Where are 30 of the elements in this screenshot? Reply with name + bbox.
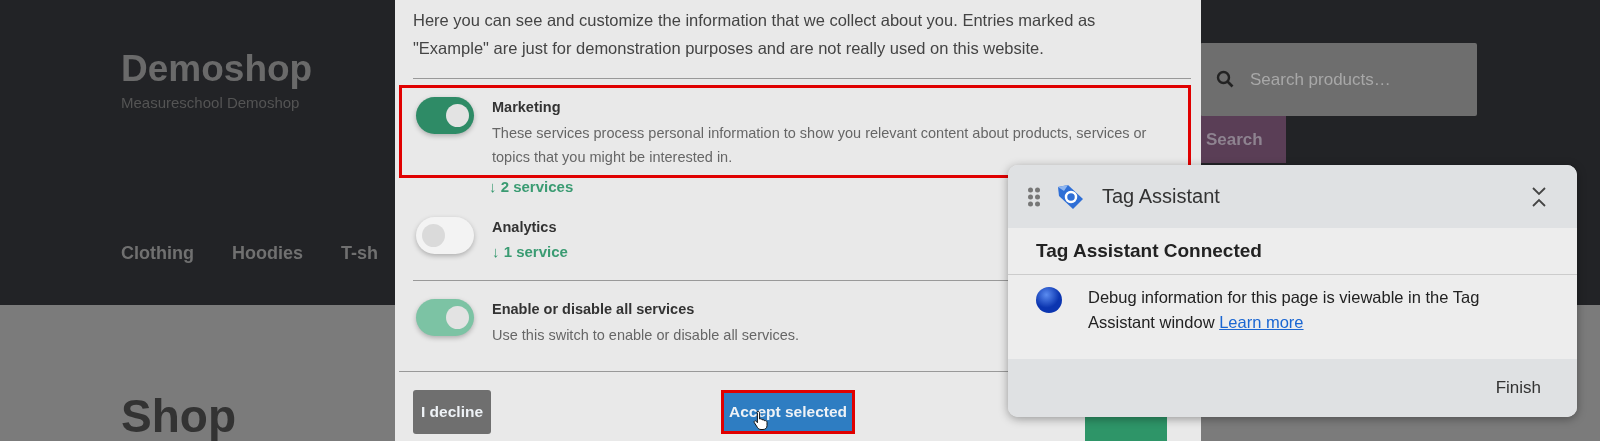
toggle-switch[interactable] — [416, 299, 474, 336]
site-title: Demoshop — [121, 48, 313, 90]
collapse-icon[interactable] — [1531, 185, 1547, 208]
purpose-title: Enable or disable all services — [492, 301, 696, 317]
nav-link[interactable]: Hoodies — [232, 243, 303, 264]
services-link[interactable]: ↓ 1 service — [492, 243, 568, 260]
purpose-description: Use this switch to enable or disable all services. — [492, 326, 800, 345]
purpose-title: Analytics — [492, 219, 558, 235]
toggle-switch[interactable] — [416, 97, 474, 134]
debug-message: Debug information for this page is viewable in the Tag Assistant window Learn more — [1088, 287, 1481, 333]
tag-logo-icon — [1056, 182, 1086, 211]
nav-link[interactable]: Clothing — [121, 243, 194, 264]
purpose-description: These services process personal information to show you relevant content about products, services or topics that you might be interested in. — [492, 124, 1148, 167]
finish-button[interactable]: Finish — [1489, 377, 1547, 399]
decline-button[interactable]: I decline — [413, 390, 492, 434]
status-text: Tag Assistant Connected — [1008, 228, 1577, 275]
search-field[interactable]: Search products… — [1200, 43, 1477, 116]
services-link[interactable]: ↓ 2 services — [489, 178, 574, 195]
drag-handle-icon[interactable] — [1028, 186, 1040, 207]
panel-title: Tag Assistant — [1102, 185, 1220, 208]
search-button[interactable]: Search — [1200, 116, 1286, 163]
intro-text: Here you can see and customize the information that we collect about you. Entries marked as "Example" are just for demonstration purposes and are not really used on this website. — [413, 6, 1191, 79]
nav-link[interactable]: T-sh — [341, 243, 378, 264]
purpose-title: Marketing — [492, 99, 562, 115]
search-icon — [1216, 70, 1234, 88]
accept-all-button[interactable] — [1085, 415, 1167, 441]
status-dot-icon — [1036, 287, 1062, 313]
toggle-switch[interactable] — [416, 217, 474, 254]
learn-more-link[interactable]: Learn more — [1219, 313, 1304, 331]
accept-selected-button[interactable]: Accept selected — [721, 390, 856, 434]
